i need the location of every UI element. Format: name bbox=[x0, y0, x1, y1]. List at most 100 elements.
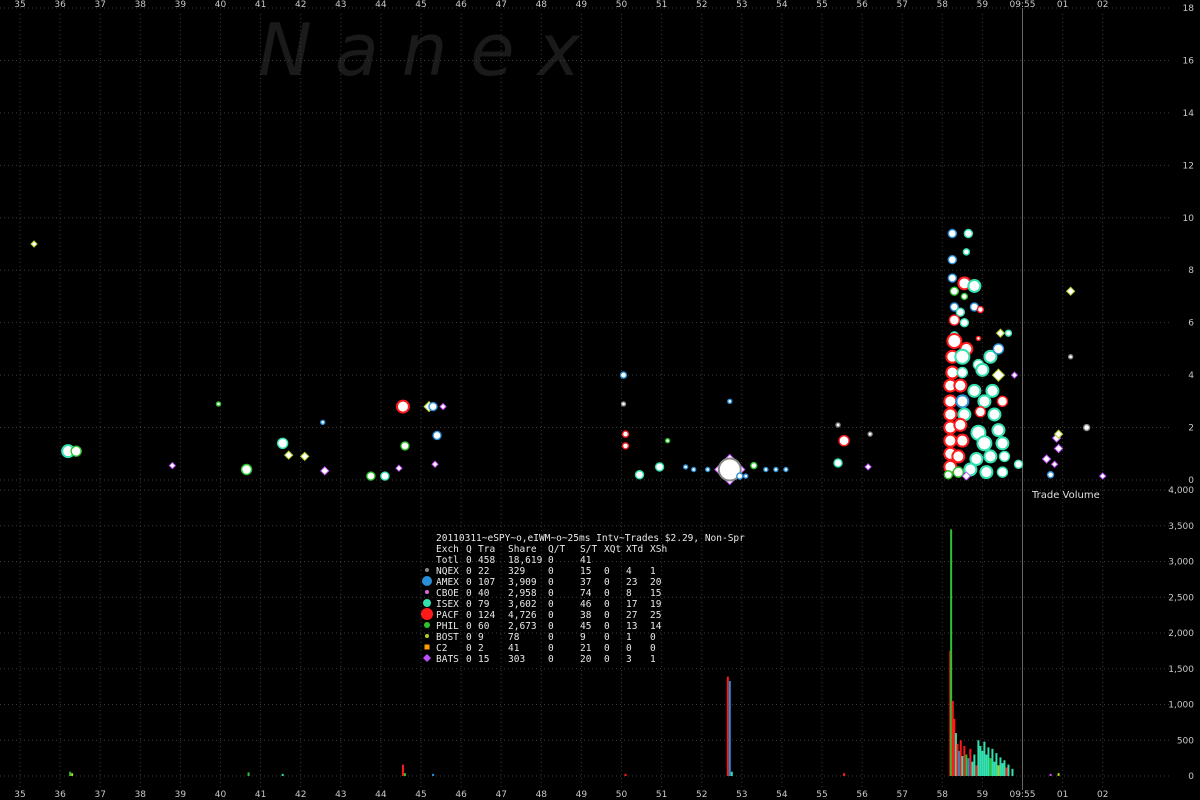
volume-bar bbox=[730, 771, 733, 776]
time-tick-label: 59 bbox=[977, 0, 989, 10]
volume-bar bbox=[1049, 773, 1052, 776]
time-tick-label: 41 bbox=[255, 0, 266, 10]
price-point bbox=[1065, 286, 1076, 296]
stats-header-cell: XSh bbox=[650, 544, 667, 555]
time-tick-label: 55 bbox=[816, 790, 827, 800]
time-tick-label: 51 bbox=[656, 790, 667, 800]
price-point bbox=[1041, 454, 1052, 464]
price-point bbox=[283, 450, 294, 460]
stats-cell: 0 bbox=[548, 632, 554, 643]
exchange-stats-table: 20110311~eSPY~o,eIWM~o~25ms Intv~Trades … bbox=[421, 533, 745, 665]
price-point bbox=[977, 394, 992, 409]
volume-bar bbox=[1003, 760, 1006, 776]
price-point bbox=[946, 333, 963, 350]
stats-cell: 23 bbox=[626, 577, 637, 588]
price-point bbox=[705, 466, 711, 473]
price-point bbox=[867, 431, 873, 437]
stats-cell: 0 bbox=[604, 599, 610, 610]
time-tick-label: 56 bbox=[856, 790, 868, 800]
stats-cell: 0 bbox=[466, 588, 472, 599]
stats-cell: 0 bbox=[548, 643, 554, 654]
price-point bbox=[70, 445, 82, 457]
price-point bbox=[952, 466, 965, 478]
stats-cell: 124 bbox=[478, 610, 495, 621]
volume-bar bbox=[997, 765, 1000, 776]
price-point bbox=[995, 328, 1006, 338]
price-point bbox=[750, 461, 758, 470]
price-tick-label: 12 bbox=[1183, 161, 1194, 171]
price-tick-label: 4 bbox=[1188, 371, 1194, 381]
time-tick-label: 56 bbox=[856, 0, 868, 10]
time-tick-label: 41 bbox=[255, 790, 266, 800]
stats-cell: 17 bbox=[626, 599, 637, 610]
volume-bar bbox=[969, 748, 972, 776]
price-point bbox=[654, 462, 665, 472]
stats-cell: 15 bbox=[580, 566, 591, 577]
time-tick-label: 53 bbox=[736, 790, 747, 800]
volume-tick-label: 2,000 bbox=[1168, 629, 1194, 639]
time-tick-label: 52 bbox=[696, 0, 707, 10]
stats-header-cell: Q/T bbox=[548, 544, 565, 555]
volume-bar bbox=[977, 740, 980, 776]
price-point bbox=[974, 406, 987, 418]
volume-bar bbox=[995, 753, 998, 776]
price-point bbox=[955, 307, 966, 317]
stats-cell: 0 bbox=[466, 610, 472, 621]
stats-cell: PHIL bbox=[436, 621, 459, 632]
price-point bbox=[366, 471, 376, 481]
volume-bar bbox=[1007, 764, 1010, 776]
price-point bbox=[833, 458, 843, 468]
volume-bar bbox=[993, 761, 996, 776]
time-tick-label: 54 bbox=[776, 0, 788, 10]
volume-bar bbox=[71, 773, 74, 776]
price-point bbox=[991, 368, 1006, 382]
price-point bbox=[960, 292, 969, 301]
price-point bbox=[621, 442, 630, 450]
volume-bar bbox=[726, 676, 729, 776]
time-tick-label: 57 bbox=[896, 790, 907, 800]
price-tick-label: 18 bbox=[1183, 4, 1195, 14]
time-tick-label: 38 bbox=[135, 0, 147, 10]
price-point bbox=[400, 441, 410, 451]
price-point bbox=[987, 407, 1002, 422]
price-point bbox=[215, 401, 222, 407]
stats-cell: 19 bbox=[650, 599, 662, 610]
stats-cell: 0 bbox=[548, 599, 554, 610]
volume-bar bbox=[403, 773, 406, 776]
volume-tick-label: 2,500 bbox=[1168, 593, 1194, 603]
stats-cell: 20 bbox=[580, 654, 592, 665]
time-tick-label: 01 bbox=[1057, 0, 1068, 10]
stats-cell: 3,602 bbox=[508, 599, 537, 610]
price-point bbox=[996, 395, 1009, 408]
price-point bbox=[976, 305, 985, 314]
volume-bar bbox=[991, 748, 994, 776]
stats-cell: ISEX bbox=[436, 599, 459, 610]
price-tick-label: 14 bbox=[1183, 109, 1195, 119]
stats-cell: BOST bbox=[436, 632, 459, 643]
stats-header-cell: Share bbox=[508, 544, 537, 555]
stats-header-cell: Exch bbox=[436, 544, 459, 555]
stats-cell: 0 bbox=[604, 566, 610, 577]
price-point bbox=[985, 383, 1000, 398]
time-tick-label: 46 bbox=[455, 790, 467, 800]
price-tick-label: 8 bbox=[1188, 266, 1194, 276]
stats-cell: 38 bbox=[580, 610, 592, 621]
stats-cell: 458 bbox=[478, 555, 495, 566]
stats-cell: 107 bbox=[478, 577, 495, 588]
time-tick-label: 54 bbox=[776, 790, 788, 800]
time-tick-label: 58 bbox=[937, 790, 949, 800]
volume-bar bbox=[989, 758, 992, 776]
price-point bbox=[168, 461, 177, 470]
volume-bar bbox=[963, 745, 966, 776]
price-point bbox=[743, 473, 749, 479]
stats-cell: 4 bbox=[626, 566, 632, 577]
volume-bar bbox=[983, 741, 986, 776]
stats-cell: 22 bbox=[478, 566, 489, 577]
price-point bbox=[300, 451, 310, 462]
time-tick-label: 39 bbox=[175, 790, 187, 800]
stats-cell: 2 bbox=[478, 643, 484, 654]
price-point bbox=[431, 460, 439, 468]
time-tick-label: 45 bbox=[415, 0, 426, 10]
price-point bbox=[967, 383, 982, 398]
price-point bbox=[864, 463, 872, 471]
